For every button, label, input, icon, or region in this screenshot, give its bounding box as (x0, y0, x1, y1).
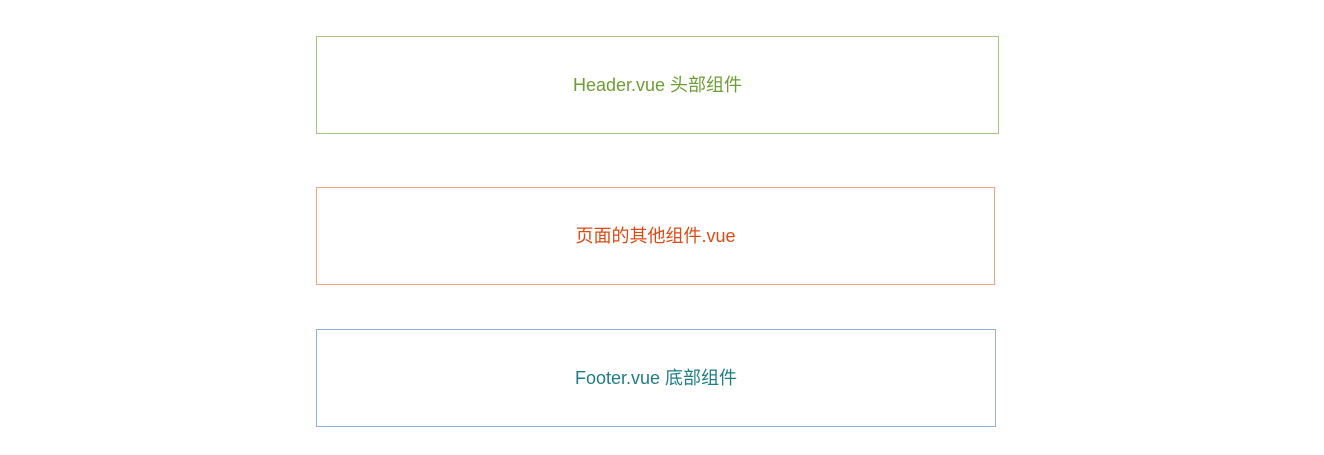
header-component-label: Header.vue 头部组件 (572, 75, 743, 95)
other-components-box: 页面的其他组件.vue (316, 187, 995, 285)
footer-component-label: Footer.vue 底部组件 (574, 368, 738, 388)
other-components-label: 页面的其他组件.vue (575, 226, 736, 246)
header-component-box: Header.vue 头部组件 (316, 36, 999, 134)
footer-component-box: Footer.vue 底部组件 (316, 329, 996, 427)
